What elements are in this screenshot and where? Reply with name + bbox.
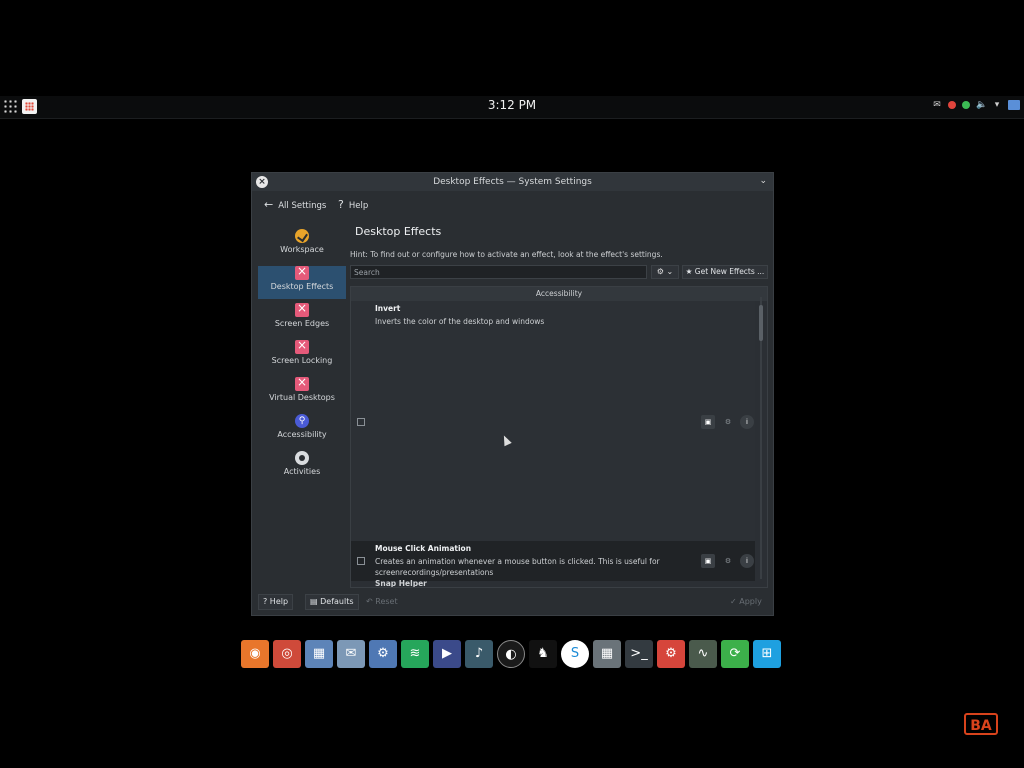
info-icon[interactable]: i <box>740 554 754 568</box>
search-input[interactable]: Search <box>350 265 647 279</box>
video-icon[interactable]: ▣ <box>701 554 715 568</box>
help-button[interactable]: ? Help <box>338 198 368 211</box>
configure-menu-button[interactable]: ⚙ ⌄ <box>651 265 679 279</box>
list-item[interactable]: Invert Inverts the color of the desktop … <box>351 301 755 541</box>
system-settings-window: × Desktop Effects — System Settings ⌄ ← A… <box>251 172 774 616</box>
audio-icon[interactable]: ♪ <box>465 640 493 668</box>
files-icon[interactable]: ▦ <box>305 640 333 668</box>
effect-name: Mouse Click Animation <box>375 544 472 553</box>
footer-bar: ? Help ▤ Defaults ↶ Reset ✓ Apply <box>258 594 769 612</box>
footer-help-button[interactable]: ? Help <box>258 594 294 610</box>
reset-button[interactable]: ↶ Reset <box>361 594 403 610</box>
effects-list: Accessibility Invert Inverts the color o… <box>350 286 768 588</box>
refresh-icon[interactable]: ⟳ <box>721 640 749 668</box>
sidebar-item-label: Screen Locking <box>271 356 333 365</box>
screen-locking-icon <box>295 338 309 354</box>
mail-tray-icon[interactable]: ✉ <box>932 100 942 110</box>
configure-icon[interactable]: ⚙ <box>721 554 735 568</box>
watermark-logo: BA <box>964 713 998 735</box>
top-panel: 3:12 PM ✉ 🔈 ▾ <box>0 96 1024 119</box>
defaults-icon: ▤ <box>310 597 318 606</box>
dock: ◉ ◎ ▦ ✉ ⚙ ≋ ▶ ♪ ◐ ♞ S ▦ >_ ⚙ ∿ ⟳ ⊞ <box>241 640 781 668</box>
window-title: Desktop Effects — System Settings <box>433 177 592 187</box>
system-tray: ✉ 🔈 ▾ <box>932 100 1020 110</box>
linux-icon[interactable]: ♞ <box>529 640 557 668</box>
apply-button[interactable]: ✓ Apply <box>725 594 767 610</box>
settings-icon[interactable]: ⚙ <box>369 640 397 668</box>
effect-checkbox[interactable] <box>357 418 365 426</box>
page-title: Desktop Effects <box>355 225 442 238</box>
volume-tray-icon[interactable]: 🔈 <box>976 100 987 110</box>
sidebar: Workspace Desktop Effects Screen Edges S… <box>258 225 346 484</box>
desktop-effects-icon <box>295 264 309 280</box>
star-icon: ★ <box>685 267 693 276</box>
reset-label: Reset <box>375 597 398 606</box>
sidebar-item-label: Accessibility <box>277 430 327 439</box>
calculator-icon[interactable]: ▦ <box>593 640 621 668</box>
help-label: Help <box>348 201 369 211</box>
category-header: Accessibility <box>351 287 767 301</box>
get-new-effects-button[interactable]: ★ Get New Effects ... <box>682 265 768 279</box>
apply-label: Apply <box>739 597 762 606</box>
list-item[interactable]: Mouse Click Animation Creates an animati… <box>351 541 755 581</box>
chevron-down-icon[interactable]: ⌄ <box>759 176 767 186</box>
obs-icon[interactable]: ◐ <box>497 640 525 668</box>
system-settings-icon[interactable]: ⚙ <box>657 640 685 668</box>
configure-icon[interactable]: ⚙ <box>721 415 735 429</box>
footer-help-label: Help <box>269 597 289 606</box>
virtual-desktops-icon <box>295 375 309 391</box>
effect-description: Inverts the color of the desktop and win… <box>375 317 545 326</box>
get-new-effects-label: Get New Effects ... <box>694 267 765 276</box>
record-tray-icon[interactable] <box>948 101 956 109</box>
defaults-button[interactable]: ▤ Defaults <box>305 594 359 610</box>
sidebar-item-screen-edges[interactable]: Screen Edges <box>258 301 346 336</box>
check-icon: ✓ <box>730 597 737 606</box>
effect-checkbox[interactable] <box>357 557 365 565</box>
screen-edges-icon <box>295 301 309 317</box>
spotify-icon[interactable]: ≋ <box>401 640 429 668</box>
workspace-icon <box>295 229 309 243</box>
all-settings-button[interactable]: ← All Settings <box>264 198 326 211</box>
video-icon[interactable]: ▣ <box>701 415 715 429</box>
sidebar-item-desktop-effects[interactable]: Desktop Effects <box>258 264 346 299</box>
video-editor-icon[interactable]: ▶ <box>433 640 461 668</box>
reset-icon: ↶ <box>366 597 373 606</box>
title-bar[interactable]: × Desktop Effects — System Settings ⌄ <box>252 173 773 191</box>
network-tray-icon[interactable]: ▾ <box>992 100 1002 110</box>
mail-icon[interactable]: ✉ <box>337 640 365 668</box>
sidebar-item-label: Virtual Desktops <box>269 393 335 402</box>
sidebar-item-accessibility[interactable]: ⚲ Accessibility <box>258 414 346 447</box>
gear-icon: ⚙ <box>656 267 664 276</box>
sidebar-item-label: Screen Edges <box>274 319 330 328</box>
scrollbar-thumb[interactable] <box>759 305 763 341</box>
effect-description: Creates an animation whenever a mouse bu… <box>375 557 660 577</box>
sidebar-item-label: Activities <box>283 467 321 476</box>
defaults-label: Defaults <box>320 597 354 606</box>
sidebar-item-screen-locking[interactable]: Screen Locking <box>258 338 346 373</box>
display-tray-icon[interactable] <box>1008 100 1020 110</box>
hint-text: Hint: To find out or configure how to ac… <box>350 250 663 259</box>
terminal-icon[interactable]: >_ <box>625 640 653 668</box>
sidebar-item-label: Workspace <box>280 245 324 254</box>
info-icon[interactable]: i <box>740 415 754 429</box>
effect-name: Snap Helper <box>375 579 427 588</box>
firefox-icon[interactable]: ◉ <box>241 640 269 668</box>
effect-name: Invert <box>375 304 401 313</box>
sidebar-item-virtual-desktops[interactable]: Virtual Desktops <box>258 375 346 410</box>
clock[interactable]: 3:12 PM <box>0 98 1024 112</box>
monitor-icon[interactable]: ∿ <box>689 640 717 668</box>
back-arrow-icon: ← <box>264 198 274 211</box>
activities-icon <box>295 451 309 465</box>
status-tray-icon[interactable] <box>962 101 970 109</box>
all-settings-label: All Settings <box>278 201 327 211</box>
sidebar-item-label: Desktop Effects <box>270 282 334 291</box>
accessibility-icon: ⚲ <box>295 414 309 428</box>
question-icon: ? <box>263 597 268 606</box>
chrome-icon[interactable]: ◎ <box>273 640 301 668</box>
question-icon: ? <box>338 198 344 211</box>
windows-icon[interactable]: ⊞ <box>753 640 781 668</box>
sidebar-item-workspace[interactable]: Workspace <box>258 229 346 262</box>
sidebar-item-activities[interactable]: Activities <box>258 451 346 484</box>
skype-icon[interactable]: S <box>561 640 589 668</box>
